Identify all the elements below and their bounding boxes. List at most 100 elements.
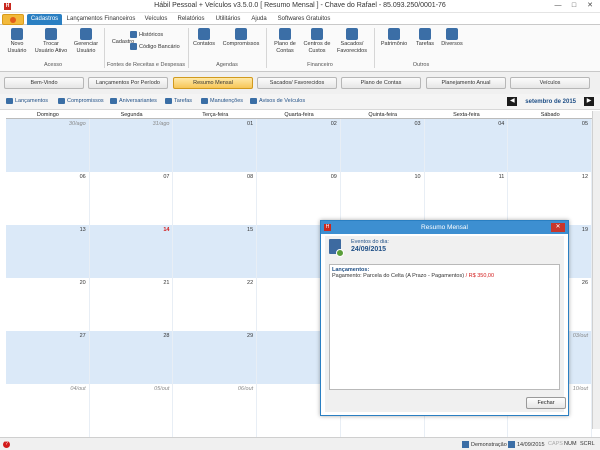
calendar-day-cell[interactable]: 01 bbox=[173, 119, 258, 172]
weekday-label: Quarta-feira bbox=[284, 112, 314, 118]
calendar-day-cell[interactable]: 05/out bbox=[90, 384, 174, 437]
calendar-day-cell[interactable]: 27 bbox=[6, 331, 90, 384]
filter-aniversariantes[interactable]: Aniversariantes bbox=[110, 98, 157, 104]
filter-compromissos[interactable]: Compromissos bbox=[58, 98, 104, 104]
tab-relatorios[interactable]: Relatórios bbox=[174, 14, 208, 25]
events-date: 24/09/2015 bbox=[351, 246, 387, 253]
calendar-day-cell[interactable]: 06/out bbox=[173, 384, 258, 437]
title-bar: H Hábil Pessoal + Veículos v3.5.0.0 [ Re… bbox=[0, 0, 600, 13]
entries-icon bbox=[6, 98, 13, 104]
back-arrow-icon bbox=[336, 249, 344, 257]
tab-softwares-gratuitos[interactable]: Softwares Gratuitos bbox=[274, 14, 334, 25]
calendar-day-cell[interactable]: 28 bbox=[90, 331, 174, 384]
nav-veiculos[interactable]: Veículos bbox=[510, 77, 590, 89]
patrimonio-button[interactable]: Patrimônio bbox=[377, 28, 411, 48]
calendar-day-cell[interactable]: 13 bbox=[6, 225, 90, 278]
tab-utilitarios[interactable]: Utilitários bbox=[211, 14, 245, 25]
status-num: NUM bbox=[564, 441, 577, 447]
ribbon-panel: Novo Usuário Trocar Usuário Ativo Gerenc… bbox=[0, 25, 600, 72]
filter-tarefas[interactable]: Tarefas bbox=[165, 98, 192, 104]
day-number: 21 bbox=[163, 280, 170, 286]
status-bar: ? Demonstração 14/09/2015 CAPS NUM SCRL bbox=[0, 437, 600, 450]
nav-lancamentos-periodo[interactable]: Lançamentos Por Período bbox=[88, 77, 168, 89]
day-number: 11 bbox=[498, 174, 505, 180]
group-label-fontes: Fontes de Receitas e Despesas bbox=[107, 62, 185, 68]
filter-avisos-veiculos[interactable]: Avisos de Veículos bbox=[250, 98, 305, 104]
help-icon[interactable]: ? bbox=[3, 441, 10, 448]
day-number: 22 bbox=[247, 280, 254, 286]
day-number: 09 bbox=[330, 174, 337, 180]
fechar-button[interactable]: Fechar bbox=[526, 397, 566, 409]
tab-cadastros[interactable]: Cadastros bbox=[27, 14, 62, 25]
calendar-day-cell[interactable]: 15 bbox=[173, 225, 258, 278]
calendar-day-cell[interactable]: 04 bbox=[425, 119, 509, 172]
calendar-day-cell[interactable]: 30/ago bbox=[6, 119, 90, 172]
calendar-day-cell[interactable]: 22 bbox=[173, 278, 258, 331]
calendar-day-cell[interactable]: 05 bbox=[508, 119, 593, 172]
calendar-day-cell[interactable]: 09 bbox=[257, 172, 341, 225]
nav-plano-contas[interactable]: Plano de Contas bbox=[341, 77, 421, 89]
day-number: 29 bbox=[247, 333, 254, 339]
calendar-day-cell[interactable]: 10 bbox=[341, 172, 425, 225]
contatos-button[interactable]: Contatos bbox=[191, 28, 217, 48]
compromissos-button[interactable]: Compromissos bbox=[219, 28, 263, 48]
calendar-day-cell[interactable]: 03 bbox=[341, 119, 425, 172]
nav-sacados[interactable]: Sacados/ Favorecidos bbox=[257, 77, 337, 89]
calendar-day-cell[interactable]: 06 bbox=[6, 172, 90, 225]
filter-manutencoes[interactable]: Manutenções bbox=[201, 98, 243, 104]
prev-month-button[interactable]: ◀ bbox=[507, 97, 518, 106]
day-number: 05/out bbox=[154, 386, 170, 392]
filter-lancamentos[interactable]: Lançamentos bbox=[6, 98, 48, 104]
tab-ajuda[interactable]: Ajuda bbox=[248, 14, 270, 25]
historicos-button[interactable]: Históricos bbox=[130, 31, 163, 38]
entry-description: Pagamento: Parcela do Celta (A Prazo - P… bbox=[332, 273, 465, 279]
maximize-button[interactable]: □ bbox=[566, 1, 582, 11]
document-icon bbox=[329, 239, 344, 257]
dialog-close-button[interactable]: ✕ bbox=[551, 223, 565, 232]
calendar-week-row: 06 07 08 09 10 11 12 bbox=[6, 172, 593, 225]
calendar-day-cell[interactable]: 02 bbox=[257, 119, 341, 172]
calendar-day-cell[interactable]: 31/ago bbox=[90, 119, 174, 172]
misc-icon bbox=[446, 28, 458, 40]
plano-contas-button[interactable]: Plano de Contas bbox=[270, 28, 300, 54]
day-number: 19 bbox=[581, 227, 589, 233]
day-number: 10/out bbox=[572, 386, 589, 392]
calendar-day-cell[interactable]: 21 bbox=[90, 278, 174, 331]
list-item: Pagamento: Parcela do Celta (A Prazo - P… bbox=[332, 273, 557, 279]
calendar-day-cell[interactable]: 20 bbox=[6, 278, 90, 331]
diversos-button[interactable]: Diversos bbox=[439, 28, 465, 48]
events-list[interactable]: Lançamentos: Pagamento: Parcela do Celta… bbox=[329, 264, 560, 390]
calendar-day-cell[interactable]: 14 bbox=[90, 225, 174, 278]
gerenciar-usuario-button[interactable]: Gerenciar Usuário bbox=[71, 28, 101, 54]
calendar-icon bbox=[508, 441, 515, 448]
events-label: Eventos do dia: bbox=[351, 239, 389, 245]
nav-resumo-mensal[interactable]: Resumo Mensal bbox=[173, 77, 253, 89]
centros-custos-button[interactable]: Centros de Custos bbox=[302, 28, 332, 54]
calendar-scrollbar[interactable] bbox=[592, 111, 600, 429]
close-button[interactable]: ✕ bbox=[582, 1, 598, 11]
dialog-title: Resumo Mensal bbox=[421, 224, 468, 231]
tab-veiculos[interactable]: Veículos bbox=[140, 14, 172, 25]
codigo-bancario-button[interactable]: Código Bancário bbox=[130, 43, 180, 50]
calendar-day-cell[interactable]: 08 bbox=[173, 172, 258, 225]
calendar-day-cell[interactable]: 12 bbox=[508, 172, 593, 225]
nav-planejamento-anual[interactable]: Planejamento Anual bbox=[426, 77, 506, 89]
novo-usuario-button[interactable]: Novo Usuário bbox=[3, 28, 31, 54]
next-month-button[interactable]: ▶ bbox=[584, 97, 594, 106]
trocar-usuario-button[interactable]: Trocar Usuário Ativo bbox=[33, 28, 69, 54]
status-mode: Demonstração bbox=[462, 441, 507, 448]
day-number: 15 bbox=[247, 227, 254, 233]
quick-access-button[interactable] bbox=[2, 14, 24, 25]
day-number: 28 bbox=[163, 333, 170, 339]
calendar-day-cell[interactable]: 04/out bbox=[6, 384, 90, 437]
calendar-day-cell[interactable]: 11 bbox=[425, 172, 509, 225]
nav-bem-vindo[interactable]: Bem-Vindo bbox=[4, 77, 84, 89]
calendar-day-cell[interactable]: 29 bbox=[173, 331, 258, 384]
minimize-button[interactable]: — bbox=[550, 1, 566, 11]
tab-lancamentos-financeiros[interactable]: Lançamentos Financeiros bbox=[66, 14, 136, 25]
sacados-button[interactable]: Sacados/ Favorecidos bbox=[334, 28, 370, 54]
day-number: 04/out bbox=[70, 386, 86, 392]
tarefas-button[interactable]: Tarefas bbox=[413, 28, 437, 48]
day-number: 04 bbox=[498, 121, 505, 127]
calendar-day-cell[interactable]: 07 bbox=[90, 172, 174, 225]
